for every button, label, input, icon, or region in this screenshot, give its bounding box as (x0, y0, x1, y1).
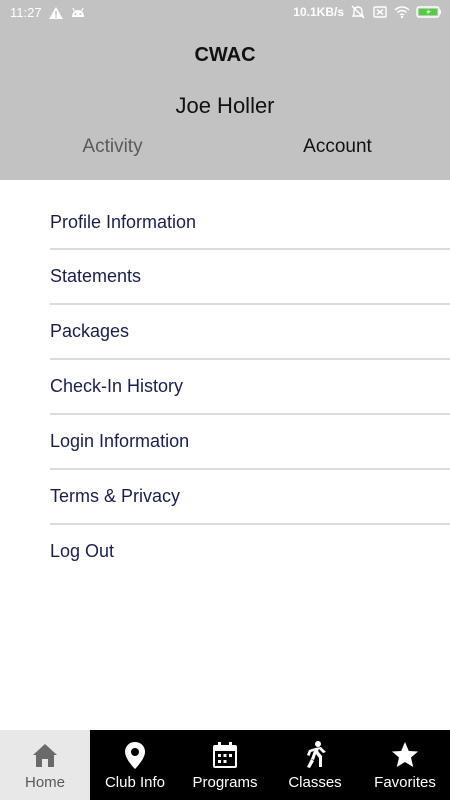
app-title: CWAC (194, 44, 256, 66)
nav-club-info[interactable]: Club Info (90, 730, 180, 800)
calendar-icon (210, 740, 240, 770)
user-name: Joe Holler (175, 93, 275, 118)
wifi-icon (394, 5, 410, 19)
nav-classes[interactable]: Classes (270, 730, 360, 800)
star-icon (390, 740, 420, 770)
status-right: 10.1KB/s (293, 5, 442, 19)
nav-favorites[interactable]: Favorites (360, 730, 450, 800)
menu-item-terms-privacy[interactable]: Terms & Privacy (50, 470, 450, 525)
tab-bar: Activity Account (0, 136, 450, 172)
alarm-off-icon (350, 5, 366, 19)
app-header: 11:27 10.1KB/s CWAC Joe Holler Activity … (0, 0, 450, 180)
tab-activity[interactable]: Activity (0, 136, 225, 158)
nav-club-info-label: Club Info (104, 774, 166, 791)
network-speed: 10.1KB/s (293, 5, 344, 19)
nav-home[interactable]: Home (0, 730, 90, 800)
nav-home-label: Home (24, 774, 65, 791)
account-menu: Profile Information Statements Packages … (50, 196, 450, 580)
status-time: 11:27 (10, 5, 42, 20)
menu-item-check-in-history[interactable]: Check-In History (50, 360, 450, 415)
nav-favorites-label: Favorites (374, 774, 436, 791)
nav-programs[interactable]: Programs (180, 730, 270, 800)
menu-item-log-out[interactable]: Log Out (50, 525, 450, 580)
menu-item-profile-information[interactable]: Profile Information (50, 196, 450, 250)
status-left: 11:27 (10, 5, 86, 20)
warning-icon (48, 6, 64, 20)
bottom-navigation: Home Club Info Programs Classes Favorite… (0, 730, 450, 800)
home-icon (30, 740, 60, 770)
tab-account[interactable]: Account (225, 136, 450, 158)
sim-off-icon (372, 5, 388, 19)
menu-item-login-information[interactable]: Login Information (50, 415, 450, 470)
android-icon (70, 6, 86, 20)
location-pin-icon (120, 740, 150, 770)
status-bar: 11:27 10.1KB/s (0, 0, 450, 26)
nav-programs-label: Programs (192, 774, 258, 791)
running-person-icon (300, 740, 330, 770)
menu-item-statements[interactable]: Statements (50, 250, 450, 305)
nav-classes-label: Classes (288, 774, 342, 791)
battery-charging-icon (416, 5, 442, 19)
menu-item-packages[interactable]: Packages (50, 305, 450, 360)
